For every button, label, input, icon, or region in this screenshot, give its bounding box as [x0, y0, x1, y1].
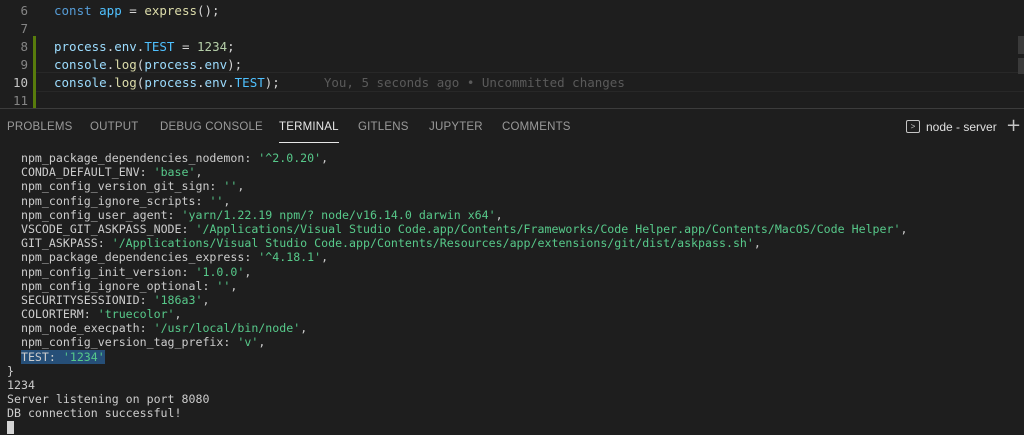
line-number: 8: [20, 39, 28, 54]
tab-comments[interactable]: COMMENTS: [502, 109, 571, 145]
tab-gitlens[interactable]: GITLENS: [358, 109, 409, 145]
panel-tabs: PROBLEMS OUTPUT DEBUG CONSOLE TERMINAL G…: [0, 109, 1024, 145]
line-number: 9: [20, 57, 28, 72]
terminal-line: }: [7, 363, 14, 378]
terminal-line: COLORTERM: 'truecolor',: [20, 307, 182, 322]
line-number: 7: [20, 21, 28, 36]
terminal-line: GIT_ASKPASS: '/Applications/Visual Studi…: [20, 236, 761, 251]
terminal-line: npm_config_version_git_sign: '',: [20, 179, 245, 194]
terminal-line: npm_config_ignore_scripts: '',: [20, 193, 231, 208]
terminal-line-highlighted: TEST: '1234': [20, 349, 105, 364]
terminal-line: VSCODE_GIT_ASKPASS_NODE: '/Applications/…: [20, 221, 908, 236]
bottom-panel: PROBLEMS OUTPUT DEBUG CONSOLE TERMINAL G…: [0, 108, 1024, 434]
terminal-cursor: [7, 420, 14, 434]
minimap-marker[interactable]: [1018, 58, 1024, 74]
minimap-marker[interactable]: [1018, 36, 1024, 54]
tab-problems[interactable]: PROBLEMS: [7, 109, 73, 145]
code-text: console.log(process.env.TEST); You, 5 sec…: [54, 75, 625, 90]
terminal-line: npm_node_execpath: '/usr/local/bin/node'…: [20, 321, 308, 336]
code-editor[interactable]: 6 const app = express(); 7 8 process.env.TES…: [0, 0, 1024, 108]
terminal-line: SECURITYSESSIONID: '186a3',: [20, 292, 210, 307]
terminal-output-line: DB connection successful!: [7, 406, 182, 421]
terminal-name: node - server: [926, 120, 997, 134]
code-text: const app = express();: [54, 3, 220, 18]
terminal-output[interactable]: npm_package_dependencies_nodemon: '^2.0.…: [7, 151, 1024, 435]
new-terminal-plus-icon[interactable]: +: [1006, 109, 1021, 145]
tab-debug-console[interactable]: DEBUG CONSOLE: [160, 109, 263, 145]
code-text: process.env.TEST = 1234;: [54, 39, 235, 54]
terminal-line: npm_config_version_tag_prefix: 'v',: [20, 335, 266, 350]
terminal-line: npm_config_init_version: '1.0.0',: [20, 264, 252, 279]
tab-terminal[interactable]: TERMINAL: [279, 109, 339, 145]
terminal-line: npm_config_ignore_optional: '',: [20, 278, 238, 293]
terminal-icon: >: [906, 120, 920, 134]
code-text: console.log(process.env);: [54, 57, 243, 72]
terminal-output-line: 1234: [7, 378, 35, 392]
terminal-line: npm_config_user_agent: 'yarn/1.22.19 npm…: [20, 207, 503, 222]
tab-jupyter[interactable]: JUPYTER: [429, 109, 483, 145]
git-blame-annotation: You, 5 seconds ago • Uncommitted changes: [323, 75, 625, 90]
terminal-selector[interactable]: > node - server: [906, 109, 997, 145]
line-number: 6: [20, 3, 28, 18]
tab-output[interactable]: OUTPUT: [90, 109, 138, 145]
terminal-line: npm_package_dependencies_express: '^4.18…: [20, 250, 329, 265]
terminal-output-line: Server listening on port 8080: [7, 392, 210, 407]
terminal-line: npm_package_dependencies_nodemon: '^2.0.…: [20, 151, 329, 165]
line-number: 10: [12, 75, 28, 90]
terminal-line: CONDA_DEFAULT_ENV: 'base',: [20, 165, 203, 180]
